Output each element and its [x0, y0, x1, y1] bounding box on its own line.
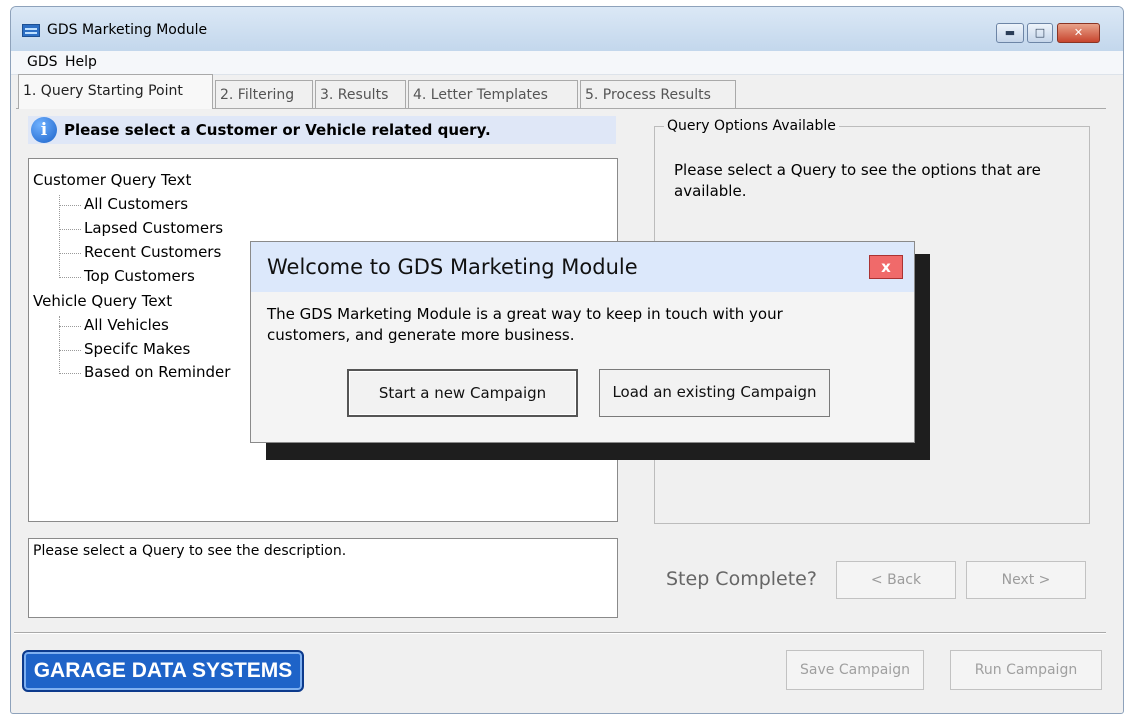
tree-item-top-customers[interactable]: Top Customers	[84, 267, 195, 285]
tree-item-lapsed-customers[interactable]: Lapsed Customers	[84, 219, 223, 237]
menu-bar: GDS Help	[11, 51, 1123, 75]
run-campaign-button[interactable]: Run Campaign	[950, 650, 1102, 690]
app-icon	[22, 24, 40, 37]
start-new-campaign-button[interactable]: Start a new Campaign	[347, 369, 578, 417]
description-text: Please select a Query to see the descrip…	[33, 543, 347, 559]
back-button[interactable]: < Back	[836, 561, 956, 599]
description-box: Please select a Query to see the descrip…	[28, 538, 618, 618]
window-title: GDS Marketing Module	[47, 22, 208, 38]
tab-letter-templates[interactable]: 4. Letter Templates	[408, 80, 578, 108]
tree-connector	[59, 316, 60, 374]
tab-query-starting-point[interactable]: 1. Query Starting Point	[18, 74, 213, 109]
tree-item-customer-query-text[interactable]: Customer Query Text	[33, 171, 191, 189]
tree-item-based-on-reminder[interactable]: Based on Reminder	[84, 363, 230, 381]
tree-connector	[59, 350, 81, 351]
tree-item-specific-makes[interactable]: Specifc Makes	[84, 340, 190, 358]
tab-process-results[interactable]: 5. Process Results	[580, 80, 736, 108]
dialog-title: Welcome to GDS Marketing Module	[267, 255, 638, 279]
tree-connector	[59, 253, 81, 254]
company-logo: GARAGE DATA SYSTEMS	[22, 650, 304, 692]
footer-divider	[14, 632, 1106, 634]
tree-item-recent-customers[interactable]: Recent Customers	[84, 243, 221, 261]
step-complete-label: Step Complete?	[666, 568, 817, 590]
dialog-message: The GDS Marketing Module is a great way …	[267, 305, 783, 344]
tree-item-all-customers[interactable]: All Customers	[84, 195, 188, 213]
tree-item-vehicle-query-text[interactable]: Vehicle Query Text	[33, 292, 172, 310]
query-prompt: Please select a Customer or Vehicle rela…	[64, 121, 491, 139]
load-existing-campaign-button[interactable]: Load an existing Campaign	[599, 369, 830, 417]
tab-filtering[interactable]: 2. Filtering	[215, 80, 313, 108]
minimize-button[interactable]: ▬	[996, 23, 1024, 43]
tree-connector	[59, 195, 60, 278]
tree-connector	[59, 326, 81, 327]
tree-connector	[59, 205, 81, 206]
tree-connector	[59, 373, 81, 374]
title-bar[interactable]: GDS Marketing Module ▬ □ ✕	[11, 7, 1123, 51]
query-prompt-bar: i Please select a Customer or Vehicle re…	[28, 116, 616, 144]
query-options-title: Query Options Available	[664, 118, 839, 134]
dialog-header: Welcome to GDS Marketing Module x	[251, 242, 914, 292]
query-options-text: Please select a Query to see the options…	[674, 161, 1041, 200]
dialog-close-button[interactable]: x	[869, 255, 903, 279]
next-button[interactable]: Next >	[966, 561, 1086, 599]
maximize-button[interactable]: □	[1027, 23, 1053, 43]
tree-connector	[59, 229, 81, 230]
welcome-dialog: Welcome to GDS Marketing Module x The GD…	[250, 241, 915, 443]
save-campaign-button[interactable]: Save Campaign	[786, 650, 924, 690]
tree-item-all-vehicles[interactable]: All Vehicles	[84, 316, 169, 334]
tree-connector	[59, 277, 81, 278]
menu-gds[interactable]: GDS	[27, 54, 58, 70]
menu-help[interactable]: Help	[65, 54, 97, 70]
close-window-button[interactable]: ✕	[1057, 23, 1100, 43]
tab-results[interactable]: 3. Results	[315, 80, 406, 108]
info-icon: i	[31, 117, 57, 143]
